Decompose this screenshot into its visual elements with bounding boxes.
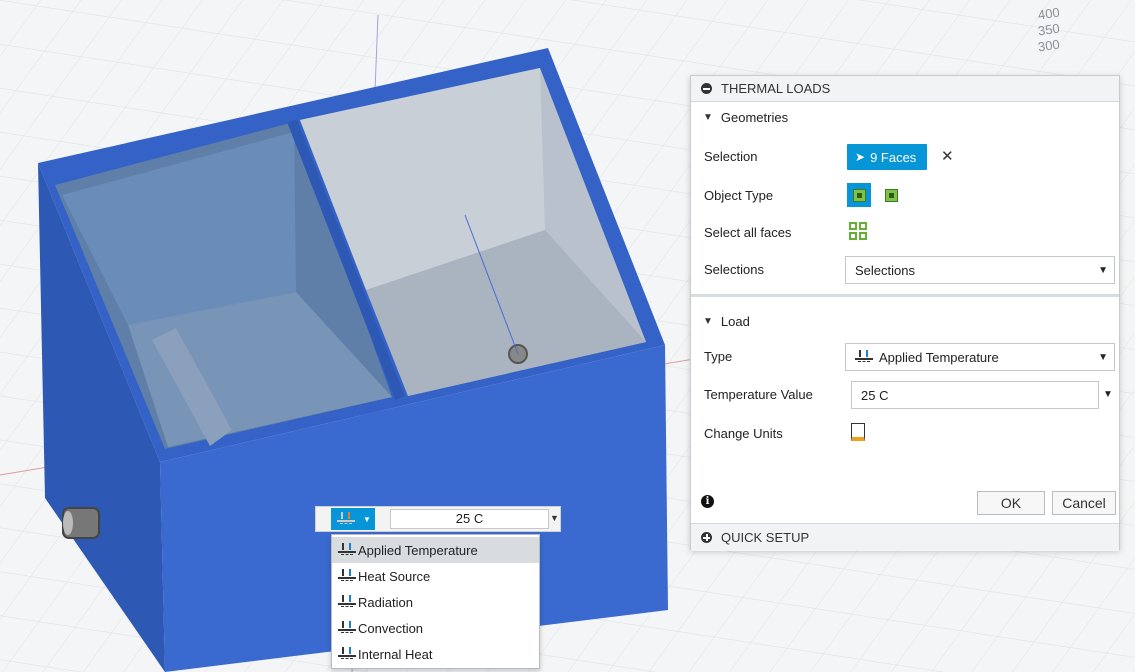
collapse-icon[interactable] — [701, 83, 712, 94]
section-divider — [691, 294, 1119, 297]
clear-selection-icon[interactable]: ✕ — [941, 147, 954, 165]
select-all-faces-icon[interactable] — [849, 222, 867, 240]
internal-heat-icon — [338, 647, 356, 661]
selection-button[interactable]: ➤ 9 Faces — [847, 144, 927, 170]
temperature-input[interactable]: 25 C — [851, 381, 1099, 409]
expand-icon — [701, 532, 712, 543]
type-label: Type — [704, 348, 733, 364]
face-select-button[interactable] — [847, 183, 871, 207]
load-label: Load — [720, 313, 750, 329]
selections-value: Selections — [855, 262, 915, 278]
ok-button[interactable]: OK — [977, 491, 1045, 515]
load-type-dropdown[interactable]: Applied Temperature ▼ — [845, 343, 1115, 371]
geometries-label: Geometries — [720, 109, 789, 125]
chevron-down-icon[interactable]: ▼ — [1103, 389, 1113, 400]
object-type-row: Object Type — [691, 179, 1119, 211]
menu-item-applied-temperature[interactable]: Applied Temperature — [332, 537, 539, 563]
thermal-loads-panel: THERMAL LOADS ▼ Geometries Selection ➤ 9… — [690, 75, 1120, 551]
expand-triangle-icon: ▼ — [703, 315, 713, 327]
load-type-menu: Applied Temperature Heat Source Radiatio… — [331, 534, 540, 669]
panel-footer: i OK Cancel — [691, 483, 1119, 521]
load-type-value: Applied Temperature — [879, 349, 999, 365]
selection-row: Selection ➤ 9 Faces ✕ — [691, 140, 1119, 172]
pipe-outlet-end — [63, 511, 73, 535]
heat-source-icon — [338, 569, 356, 583]
object-type-label: Object Type — [704, 187, 774, 203]
chevron-down-icon: ▼ — [1098, 352, 1108, 363]
selection-label: Selection — [704, 148, 758, 164]
panel-title: THERMAL LOADS — [721, 81, 831, 96]
menu-item-label: Convection — [358, 620, 424, 636]
canvas-temperature-input[interactable]: 25 C — [390, 509, 549, 529]
face-cube-icon — [852, 188, 866, 202]
selections-label: Selections — [704, 261, 764, 277]
load-section-header[interactable]: ▼ Load — [691, 306, 1119, 336]
expand-triangle-icon: ▼ — [703, 111, 713, 123]
body-cube-icon — [884, 188, 898, 202]
body-select-button[interactable] — [879, 183, 903, 207]
select-all-label: Select all faces — [704, 224, 792, 240]
geometries-section-header[interactable]: ▼ Geometries — [691, 102, 1119, 132]
chevron-down-icon: ▼ — [363, 514, 371, 524]
radiation-icon — [338, 595, 356, 609]
type-row: Type Applied Temperature ▼ — [691, 340, 1119, 372]
menu-item-convection[interactable]: Convection — [332, 615, 539, 641]
change-units-icon[interactable] — [851, 423, 865, 441]
panel-header[interactable]: THERMAL LOADS — [691, 76, 1119, 102]
menu-item-label: Applied Temperature — [358, 542, 478, 558]
selections-dropdown[interactable]: Selections ▼ — [845, 256, 1115, 284]
applied-temperature-icon — [855, 350, 873, 364]
change-units-row: Change Units — [691, 417, 1119, 449]
menu-item-heat-source[interactable]: Heat Source — [332, 563, 539, 589]
applied-temperature-icon — [338, 543, 356, 557]
canvas-load-toolbar: ▼ 25 C ▼ — [315, 506, 561, 532]
change-units-label: Change Units — [704, 425, 783, 441]
selections-row: Selections Selections ▼ — [691, 253, 1119, 285]
chevron-down-icon: ▼ — [1098, 265, 1108, 276]
menu-item-label: Heat Source — [358, 568, 431, 584]
temperature-label: Temperature Value — [704, 386, 813, 402]
info-icon[interactable]: i — [701, 495, 714, 508]
menu-item-label: Radiation — [358, 594, 413, 610]
cancel-button[interactable]: Cancel — [1052, 491, 1116, 515]
load-type-button[interactable]: ▼ — [331, 508, 375, 530]
quick-setup-label: QUICK SETUP — [721, 530, 810, 545]
menu-item-internal-heat[interactable]: Internal Heat — [332, 641, 539, 667]
quick-setup-header[interactable]: QUICK SETUP — [691, 523, 1119, 551]
temperature-row: Temperature Value 25 C ▼ — [691, 378, 1119, 410]
select-all-row: Select all faces — [691, 216, 1119, 248]
applied-temperature-icon — [337, 512, 355, 526]
axis-scale: 400 350 300 — [1036, 5, 1061, 55]
axis-label: 300 — [1036, 36, 1061, 55]
convection-icon — [338, 621, 356, 635]
menu-item-label: Internal Heat — [358, 646, 433, 662]
cursor-icon: ➤ — [855, 150, 866, 164]
selection-count: 9 Faces — [870, 149, 917, 165]
temperature-value: 25 C — [861, 387, 889, 403]
menu-item-radiation[interactable]: Radiation — [332, 589, 539, 615]
chevron-down-icon[interactable]: ▼ — [550, 513, 559, 523]
